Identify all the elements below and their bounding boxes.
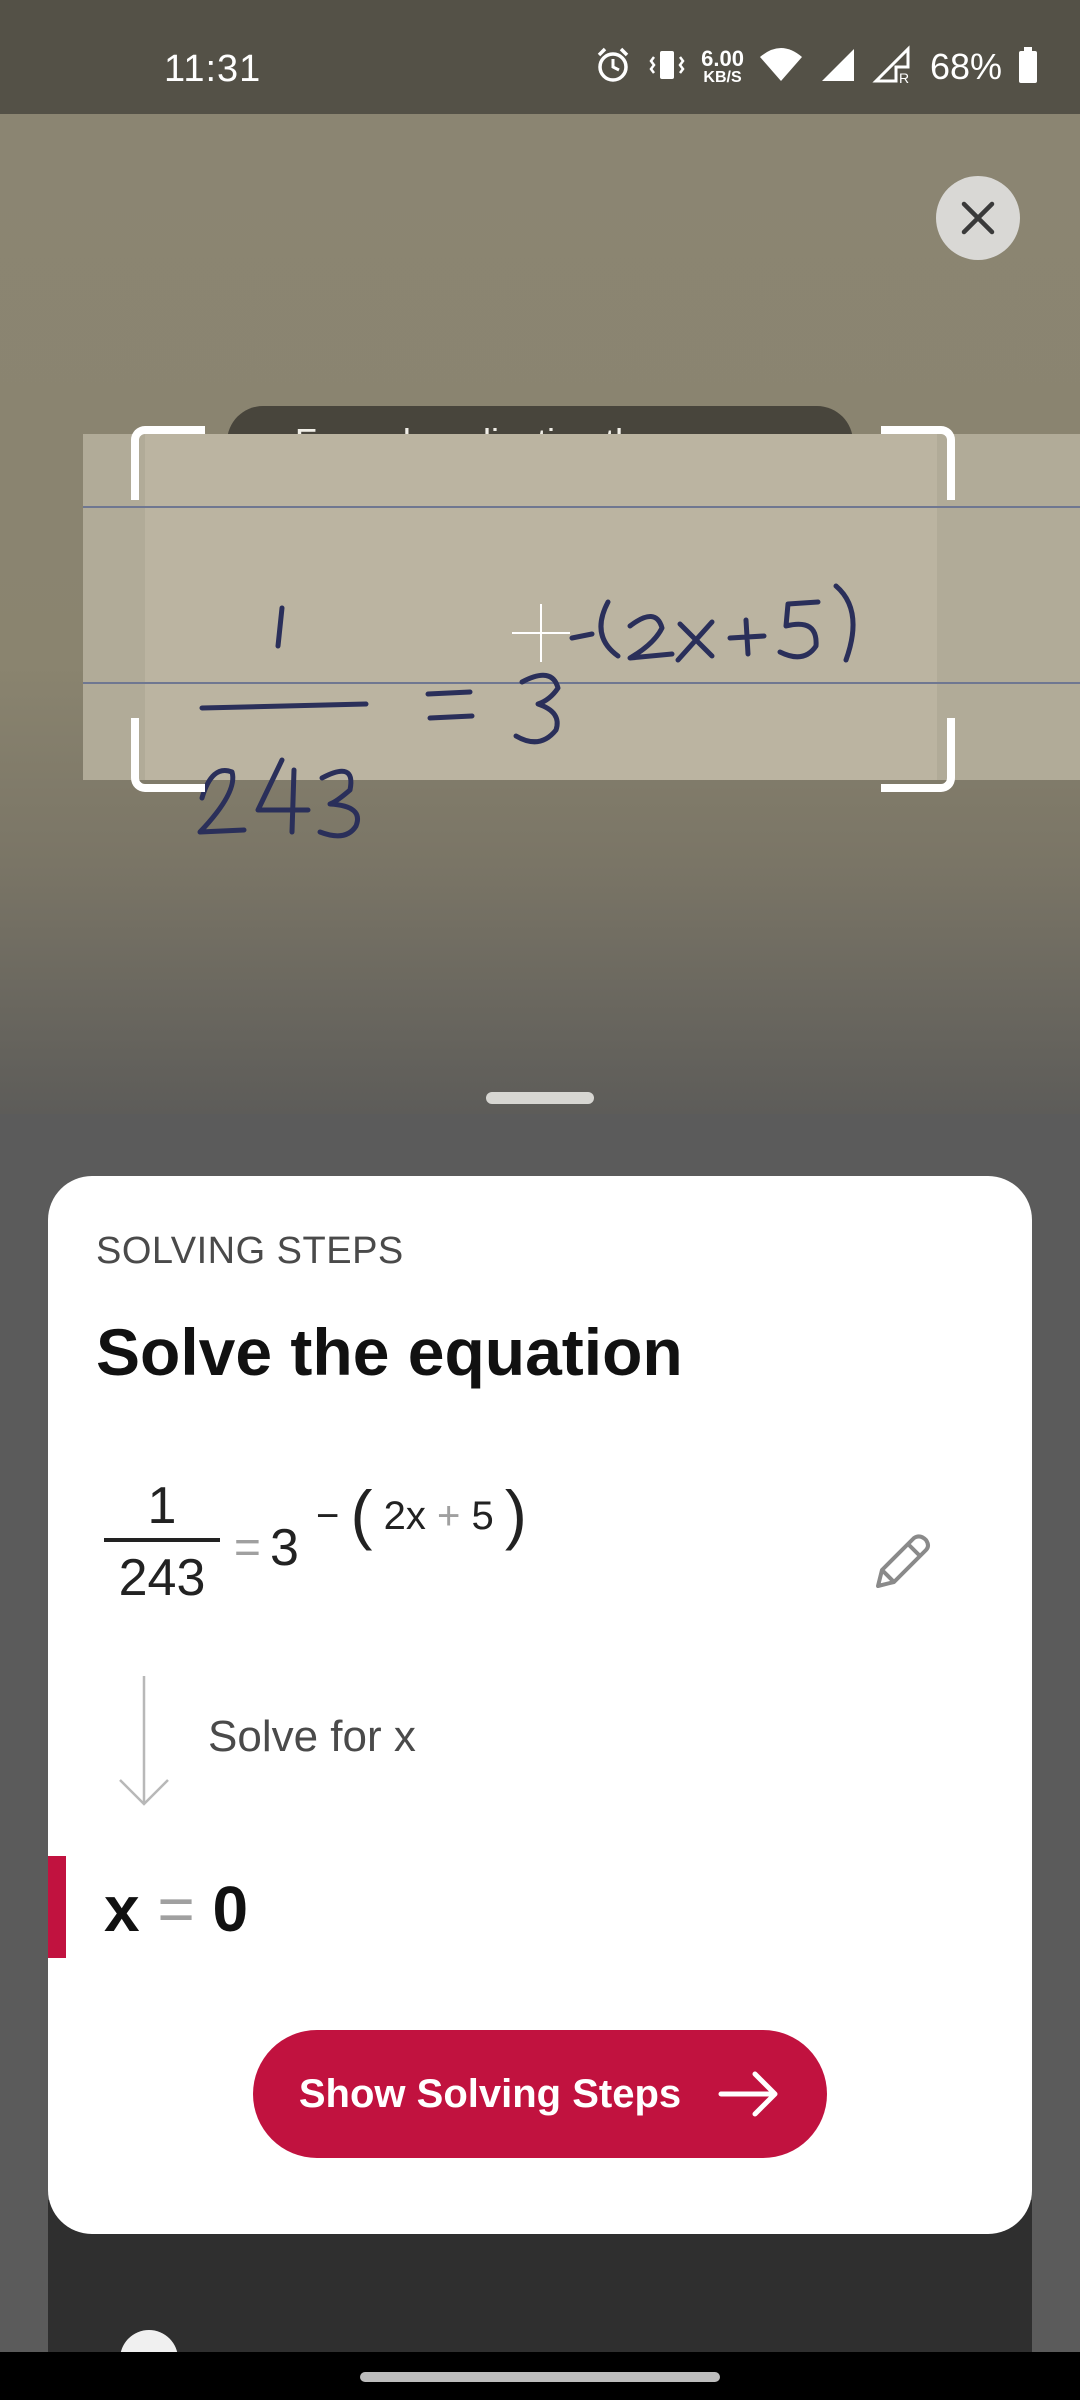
crop-corner-bottom-left[interactable] xyxy=(131,718,205,792)
exponent: − ( 2x + 5 ) xyxy=(316,1476,527,1552)
network-speed: 6.00 KB/S xyxy=(701,48,744,86)
result-variable: x xyxy=(104,1873,140,1945)
crop-corner-top-left[interactable] xyxy=(131,426,205,500)
solution-card: SOLVING STEPS Solve the equation 1 243 =… xyxy=(48,1176,1032,2234)
result-accent-bar xyxy=(48,1856,66,1958)
network-speed-unit: KB/S xyxy=(703,69,742,86)
equals-sign: = xyxy=(234,1521,261,1573)
navigation-bar xyxy=(0,2352,1080,2400)
signal-roaming-icon: R xyxy=(872,44,912,90)
crosshair-icon xyxy=(512,604,570,662)
status-icons: 6.00 KB/S R 68% xyxy=(593,42,1040,92)
alarm-icon xyxy=(593,45,633,90)
card-title: Solve the equation xyxy=(96,1315,683,1389)
crop-corner-bottom-right[interactable] xyxy=(881,718,955,792)
recognized-equation[interactable]: 1 243 = 3 − ( 2x + 5 ) xyxy=(104,1476,624,1626)
crop-corner-top-right[interactable] xyxy=(881,426,955,500)
exponent-base: 3 xyxy=(270,1519,299,1577)
show-solving-steps-label: Show Solving Steps xyxy=(298,2071,682,2116)
close-button[interactable] xyxy=(936,176,1020,260)
edit-equation-button[interactable] xyxy=(868,1526,938,1596)
fraction-denominator: 243 xyxy=(118,1549,206,1607)
exponent-term1: 2x xyxy=(383,1494,426,1538)
vibrate-icon xyxy=(647,45,687,90)
network-speed-value: 6.00 xyxy=(701,46,744,71)
battery-icon xyxy=(1016,45,1040,90)
home-gesture-handle[interactable] xyxy=(360,2372,720,2382)
exponent-minus: − xyxy=(316,1494,340,1538)
status-bar: 11:31 6.00 KB/S R 68% xyxy=(0,0,1080,114)
exponent-open-paren: ( xyxy=(350,1477,373,1551)
section-label: SOLVING STEPS xyxy=(96,1230,404,1272)
result-value: 0 xyxy=(212,1873,249,1945)
step-description: Solve for x xyxy=(208,1712,416,1761)
exponent-term2: 5 xyxy=(471,1494,494,1538)
exponent-plus: + xyxy=(436,1494,461,1538)
close-icon xyxy=(961,201,995,235)
show-solving-steps-button[interactable]: Show Solving Steps xyxy=(253,2030,827,2158)
signal-icon xyxy=(818,45,858,90)
battery-percent: 68% xyxy=(929,46,1002,87)
sheet-drag-handle[interactable] xyxy=(486,1092,594,1104)
wifi-icon xyxy=(758,45,804,90)
result-equals: = xyxy=(157,1873,195,1945)
fraction-numerator: 1 xyxy=(147,1477,177,1535)
fraction-bar xyxy=(104,1538,220,1542)
pencil-icon xyxy=(876,1534,930,1588)
result-expression: x = 0 xyxy=(104,1872,248,1946)
exponent-close-paren: ) xyxy=(504,1477,527,1551)
fraction: 1 243 xyxy=(104,1476,220,1608)
status-time: 11:31 xyxy=(164,48,262,90)
svg-text:R: R xyxy=(899,70,909,85)
step-arrow-icon xyxy=(119,1676,169,1806)
arrow-right-icon xyxy=(718,2071,778,2117)
